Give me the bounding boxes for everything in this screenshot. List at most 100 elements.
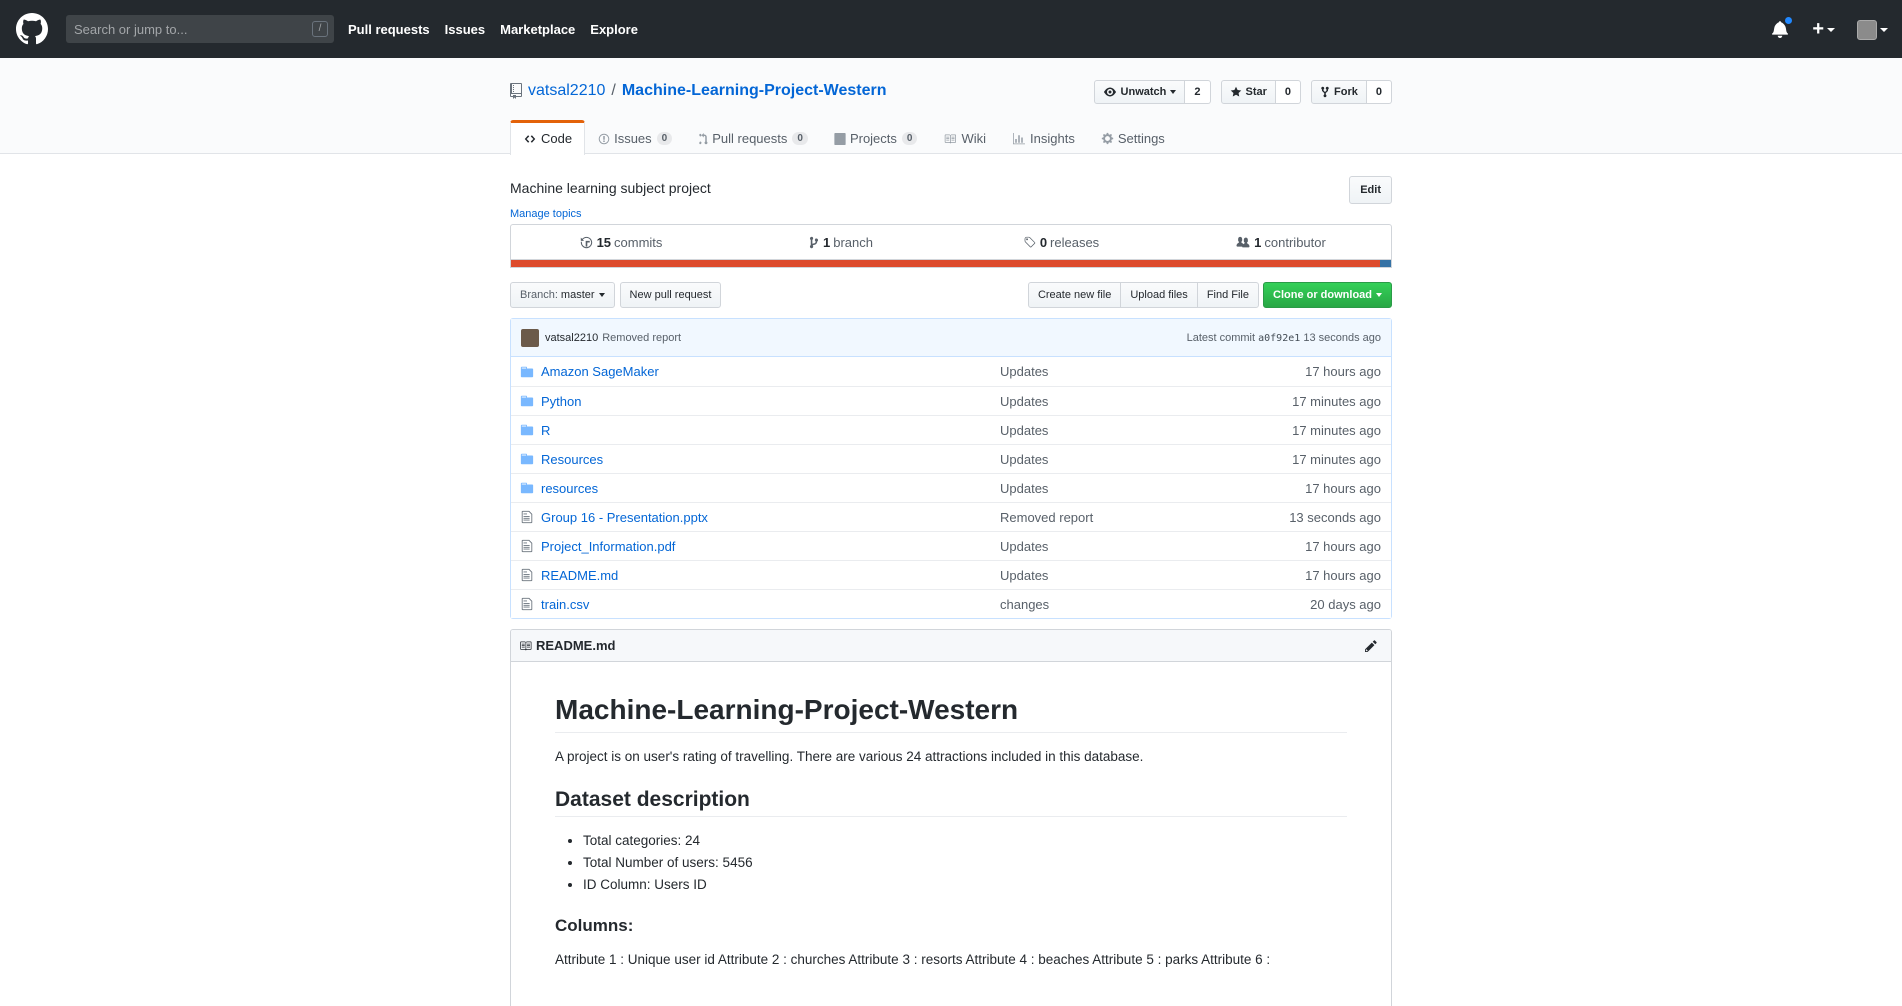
file-name-link[interactable]: Amazon SageMaker	[541, 364, 1001, 379]
file-commit-message-link[interactable]: Updates	[1000, 539, 1048, 554]
repo-path-separator: /	[611, 82, 616, 99]
file-name-link[interactable]: resources	[541, 481, 1001, 496]
latest-commit-info: Latest commit a0f92e1 13 seconds ago	[1187, 332, 1381, 344]
branches-link[interactable]: 1 branch	[731, 225, 951, 259]
file-name-link[interactable]: Resources	[541, 452, 1001, 467]
commit-message-link[interactable]: Removed report	[602, 332, 681, 344]
file-commit-message-link[interactable]: Updates	[1000, 364, 1048, 379]
file-icon	[521, 597, 533, 611]
table-row: R Updates 17 minutes ago	[511, 415, 1391, 444]
new-pull-request-button[interactable]: New pull request	[619, 282, 722, 308]
search-placeholder: Search or jump to...	[74, 21, 188, 37]
file-navigation: Branch: master New pull request Create n…	[510, 282, 1392, 308]
star-label: Star	[1245, 86, 1267, 98]
repo-content: Machine learning subject project Manage …	[510, 154, 1392, 1006]
file-commit-age: 13 seconds ago	[1289, 509, 1381, 525]
file-commit-message-link[interactable]: Updates	[1000, 452, 1048, 467]
create-new-file-button[interactable]: Create new file	[1027, 282, 1122, 308]
list-item: ID Column: Users ID	[583, 877, 1347, 892]
tab-issues[interactable]: Issues 0	[585, 120, 685, 155]
pull-requests-counter: 0	[792, 132, 808, 145]
star-button[interactable]: Star	[1220, 80, 1276, 104]
clone-or-download-button[interactable]: Clone or download	[1263, 282, 1392, 308]
tab-wiki[interactable]: Wiki	[930, 120, 999, 155]
tab-code[interactable]: Code	[510, 120, 586, 155]
file-commit-age: 17 hours ago	[1305, 364, 1381, 379]
repo-name-link[interactable]: Machine-Learning-Project-Western	[622, 82, 887, 100]
language-bar-r	[511, 260, 1381, 267]
file-name-link[interactable]: Project_Information.pdf	[541, 539, 1001, 554]
project-icon	[834, 132, 846, 145]
file-commit-message-link[interactable]: Updates	[1000, 481, 1048, 496]
commits-label: commits	[614, 234, 663, 250]
branch-select-button[interactable]: Branch: master	[510, 282, 615, 308]
branch-controls: Branch: master New pull request	[510, 282, 722, 308]
pencil-icon[interactable]	[1365, 639, 1377, 653]
commit-author-link[interactable]: vatsal2210	[545, 332, 598, 344]
list-item: Total categories: 24	[583, 833, 1347, 848]
plus-icon: +	[1812, 18, 1824, 40]
stargazers-count[interactable]: 0	[1275, 80, 1302, 104]
tab-projects[interactable]: Projects 0	[821, 120, 931, 155]
tab-insights[interactable]: Insights	[999, 120, 1088, 155]
star-icon	[1230, 86, 1241, 97]
language-bar-python	[1380, 260, 1391, 267]
file-name-link[interactable]: README.md	[541, 568, 1001, 583]
file-button-group: Create new file Upload files Find File	[1027, 282, 1259, 308]
folder-icon	[520, 366, 534, 377]
caret-down-icon	[598, 293, 605, 297]
search-shortcut-key: /	[312, 21, 328, 37]
readme-header: README.md	[511, 630, 1391, 662]
releases-link[interactable]: 0 releases	[951, 225, 1171, 259]
search-input[interactable]: Search or jump to... /	[66, 15, 334, 43]
edit-description-button[interactable]: Edit	[1349, 176, 1392, 204]
avatar[interactable]	[521, 328, 539, 347]
file-commit-message-link[interactable]: changes	[1000, 597, 1049, 612]
book-icon	[520, 641, 532, 650]
repo-title: vatsal2210 / Machine-Learning-Project-We…	[510, 82, 886, 100]
user-menu-dropdown[interactable]	[1857, 19, 1888, 40]
releases-label: releases	[1050, 234, 1100, 250]
create-new-dropdown[interactable]: +	[1812, 18, 1835, 41]
issues-counter: 0	[656, 132, 673, 145]
forks-count[interactable]: 0	[1366, 80, 1392, 104]
commits-link[interactable]: 15 commits	[511, 225, 731, 259]
commit-sha-link[interactable]: a0f92e1	[1258, 333, 1300, 344]
notifications-button[interactable]	[1772, 16, 1793, 40]
upload-files-button[interactable]: Upload files	[1120, 282, 1198, 308]
tab-label: Projects	[849, 131, 897, 146]
issue-opened-icon	[598, 133, 610, 144]
nav-explore[interactable]: Explore	[590, 22, 638, 37]
nav-pull-requests[interactable]: Pull requests	[348, 22, 430, 37]
tab-settings[interactable]: Settings	[1088, 120, 1178, 155]
clone-label: Clone or download	[1273, 289, 1372, 301]
table-row: Project_Information.pdf Updates 17 hours a…	[511, 531, 1391, 560]
repo-meta: Machine learning subject project Manage …	[510, 154, 1392, 224]
language-bar[interactable]	[510, 260, 1392, 268]
file-commit-message-link[interactable]: Removed report	[1000, 510, 1093, 525]
file-name-link[interactable]: Group 16 - Presentation.pptx	[541, 510, 1001, 525]
tab-label: Pull requests	[712, 131, 788, 146]
contributor-count: 1	[1254, 234, 1262, 250]
unwatch-button[interactable]: Unwatch	[1093, 80, 1186, 104]
fork-icon	[1321, 86, 1329, 98]
file-name-link[interactable]: R	[541, 423, 1001, 438]
file-commit-message-link[interactable]: Updates	[1000, 423, 1048, 438]
file-name-link[interactable]: Python	[541, 394, 1001, 409]
tab-pull-requests[interactable]: Pull requests 0	[685, 120, 821, 155]
fork-button[interactable]: Fork	[1311, 80, 1367, 104]
file-commit-message-link[interactable]: Updates	[1000, 394, 1048, 409]
code-icon	[524, 134, 536, 143]
file-commit-message-link[interactable]: Updates	[1000, 568, 1048, 583]
repo-owner-link[interactable]: vatsal2210	[528, 82, 605, 100]
contributors-link[interactable]: 1 contributor	[1171, 225, 1391, 259]
eye-icon	[1103, 87, 1116, 97]
find-file-button[interactable]: Find File	[1196, 282, 1259, 308]
file-name-link[interactable]: train.csv	[541, 597, 1001, 612]
manage-topics-link[interactable]: Manage topics	[510, 208, 582, 220]
github-logo-icon[interactable]	[16, 13, 48, 45]
header-nav: Pull requests Issues Marketplace Explore	[348, 22, 653, 37]
nav-issues[interactable]: Issues	[445, 22, 485, 37]
nav-marketplace[interactable]: Marketplace	[500, 22, 575, 37]
watchers-count[interactable]: 2	[1185, 80, 1211, 104]
